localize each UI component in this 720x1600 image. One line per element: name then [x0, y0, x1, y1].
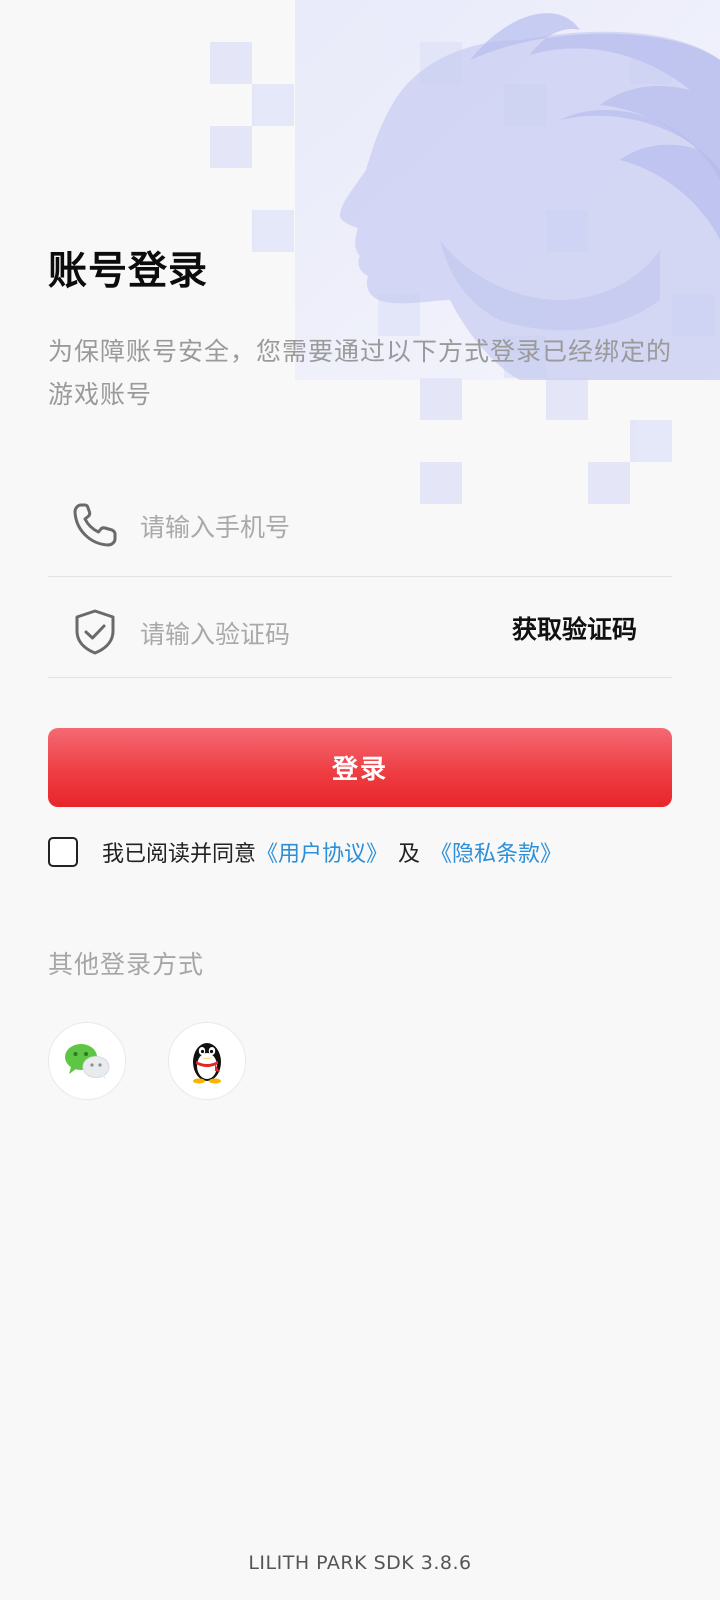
agreement-prefix: 我已阅读并同意 [102, 842, 257, 867]
shield-check-icon [75, 609, 115, 655]
qq-login-button[interactable] [168, 1022, 246, 1100]
wechat-login-button[interactable] [48, 1022, 126, 1100]
get-code-button[interactable]: 获取验证码 [512, 610, 637, 646]
agreement-checkbox[interactable] [48, 837, 78, 867]
verification-code-field: 获取验证码 [48, 577, 672, 678]
verification-code-input[interactable] [140, 612, 460, 656]
agreement-row: 我已阅读并同意 《用户协议》 及 《隐私条款》 [48, 836, 562, 868]
qq-icon [193, 1043, 221, 1084]
page-title: 账号登录 [48, 249, 209, 294]
privacy-policy-link[interactable]: 《隐私条款》 [430, 836, 562, 868]
wechat-icon [65, 1044, 110, 1079]
sdk-version: LILITH PARK SDK 3.8.6 [248, 1552, 472, 1574]
login-button[interactable]: 登录 [48, 728, 672, 807]
phone-input[interactable] [140, 505, 460, 549]
other-login-label: 其他登录方式 [48, 950, 205, 979]
phone-field [48, 476, 672, 577]
user-agreement-link[interactable]: 《用户协议》 [256, 836, 388, 868]
page-subtitle: 为保障账号安全，您需要通过以下方式登录已经绑定的游戏账号 [48, 337, 673, 409]
agreement-and: 及 [398, 842, 421, 867]
phone-icon [73, 503, 117, 547]
